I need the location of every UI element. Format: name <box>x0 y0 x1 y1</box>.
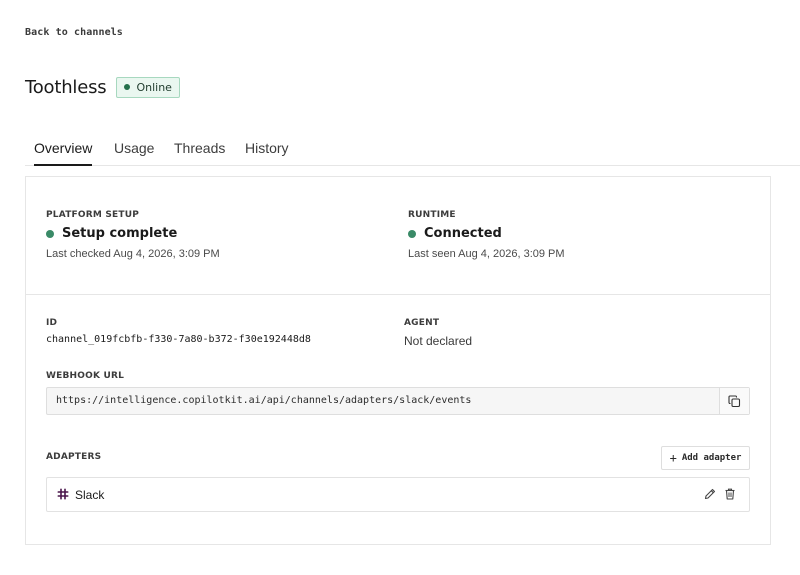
status-dot <box>46 229 54 238</box>
trash-icon[interactable] <box>723 487 737 501</box>
back-to-channels-link[interactable]: Back to channels <box>25 27 123 38</box>
add-adapter-label: Add adapter <box>681 453 742 463</box>
webhook-url-label: WEBHOOK URL <box>46 371 125 381</box>
agent-label: AGENT <box>404 318 440 328</box>
status-dot <box>124 84 131 90</box>
webhook-url-field[interactable]: https://intelligence.copilotkit.ai/api/c… <box>46 387 750 415</box>
runtime-detail: Last seen Aug 4, 2026, 3:09 PM <box>408 248 565 260</box>
id-label: ID <box>46 318 58 328</box>
add-adapter-button[interactable]: + Add adapter <box>661 446 750 470</box>
platform-setup-status: Setup complete <box>46 226 177 241</box>
plus-icon: + <box>669 451 677 465</box>
status-badge-label: Online <box>136 80 172 94</box>
tab-bar: Overview Usage Threads History <box>25 140 800 166</box>
section-divider <box>26 294 770 295</box>
status-badge: Online <box>116 76 180 98</box>
tab-history[interactable]: History <box>245 140 289 164</box>
runtime-status: Connected <box>408 226 502 241</box>
tab-overview[interactable]: Overview <box>34 140 93 166</box>
adapter-row-slack[interactable]: Slack <box>46 477 750 512</box>
webhook-url-value[interactable]: https://intelligence.copilotkit.ai/api/c… <box>56 395 471 406</box>
platform-setup-status-text: Setup complete <box>62 226 178 241</box>
copy-webhook-button[interactable] <box>719 388 749 414</box>
agent-value: Not declared <box>404 334 473 348</box>
pencil-icon[interactable] <box>703 487 717 501</box>
channel-id-value: channel_019fcbfb-f330-7a80-b372-f30e1924… <box>46 334 311 345</box>
slack-icon <box>57 488 69 500</box>
adapters-label: ADAPTERS <box>46 452 102 462</box>
adapter-name: Slack <box>75 488 105 502</box>
tab-usage[interactable]: Usage <box>114 140 154 164</box>
tab-threads[interactable]: Threads <box>174 140 225 164</box>
overview-card: PLATFORM SETUP Setup complete Last check… <box>25 176 771 545</box>
page-header: Toothless Online <box>25 76 180 98</box>
platform-setup-label: PLATFORM SETUP <box>46 210 140 220</box>
page-title: Toothless <box>25 76 107 98</box>
status-dot <box>408 229 416 238</box>
platform-setup-detail: Last checked Aug 4, 2026, 3:09 PM <box>46 248 220 260</box>
runtime-status-text: Connected <box>424 226 502 241</box>
copy-icon <box>728 394 741 407</box>
runtime-label: RUNTIME <box>408 210 456 220</box>
